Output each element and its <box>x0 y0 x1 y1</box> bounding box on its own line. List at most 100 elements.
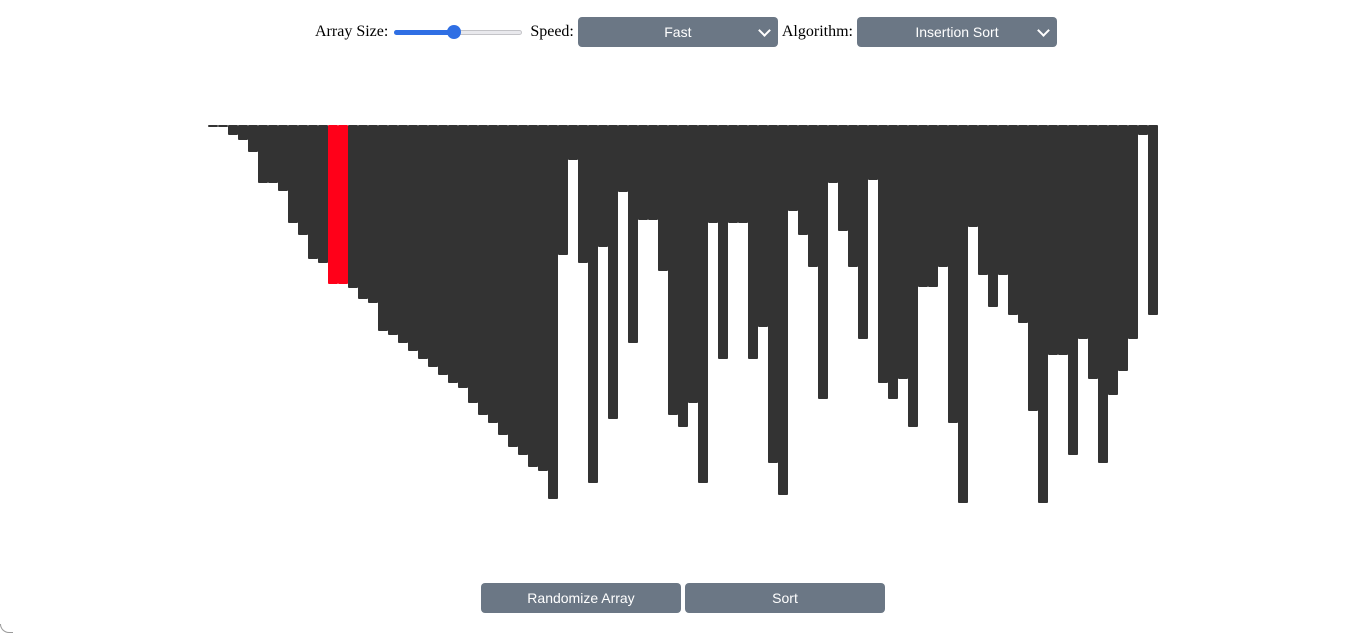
array-bar <box>948 125 958 423</box>
array-bar <box>1098 125 1108 463</box>
array-bar <box>1068 125 1078 455</box>
array-bar <box>468 125 478 403</box>
array-bar <box>568 125 578 160</box>
array-bar <box>428 125 438 367</box>
array-bar <box>1138 125 1148 135</box>
array-bar <box>748 125 758 359</box>
array-bar <box>658 125 668 271</box>
array-bar <box>538 125 548 471</box>
array-bar <box>1008 125 1018 315</box>
array-bar-active <box>338 125 348 284</box>
array-bar <box>858 125 868 339</box>
speed-select-value: Fast <box>664 24 692 40</box>
array-bar <box>528 125 538 467</box>
array-bar <box>1048 125 1058 355</box>
array-bar <box>838 125 848 231</box>
array-bar <box>1028 125 1038 411</box>
action-buttons: Randomize Array Sort <box>481 583 885 613</box>
array-bar <box>618 125 628 192</box>
array-bar <box>938 125 948 267</box>
array-bar <box>1118 125 1128 371</box>
array-bar <box>668 125 678 415</box>
array-bar <box>598 125 608 247</box>
array-bar <box>368 125 378 303</box>
speed-select[interactable]: Fast <box>577 17 778 47</box>
array-bar <box>308 125 318 259</box>
array-bar <box>1078 125 1088 339</box>
array-bar <box>1148 125 1158 315</box>
array-bar <box>518 125 528 455</box>
array-bar <box>1018 125 1028 323</box>
array-bar <box>818 125 828 399</box>
array-bar <box>778 125 788 495</box>
array-bar <box>378 125 388 331</box>
array-bar <box>1088 125 1098 379</box>
array-bar-active <box>328 125 338 284</box>
array-bar <box>548 125 558 499</box>
array-bars-visualization <box>208 125 1158 503</box>
array-bar <box>478 125 488 415</box>
array-bar <box>848 125 858 267</box>
array-bar <box>608 125 618 419</box>
array-bar <box>798 125 808 235</box>
array-bar <box>808 125 818 267</box>
array-bar <box>558 125 568 255</box>
array-bar <box>1108 125 1118 395</box>
array-bar <box>278 125 288 191</box>
array-bar <box>268 125 278 183</box>
window-corner <box>0 624 13 633</box>
array-bar <box>988 125 998 307</box>
array-bar <box>918 125 928 287</box>
array-bar <box>508 125 518 447</box>
array-bar <box>758 125 768 327</box>
array-bar <box>488 125 498 423</box>
array-bar <box>398 125 408 343</box>
array-bar <box>578 125 588 263</box>
array-bar <box>698 125 708 483</box>
array-bar <box>418 125 428 359</box>
array-size-slider[interactable] <box>394 24 523 40</box>
algorithm-select-value: Insertion Sort <box>915 24 999 40</box>
sorting-visualizer: Array Size: Speed: Fast Algorithm: Inser… <box>0 0 1358 633</box>
array-bar <box>248 125 258 152</box>
array-bar <box>498 125 508 435</box>
array-bar <box>878 125 888 383</box>
array-bar <box>828 125 838 183</box>
algorithm-label: Algorithm: <box>781 23 853 40</box>
array-bar <box>288 125 298 223</box>
speed-label: Speed: <box>530 23 574 40</box>
array-bar <box>358 125 368 299</box>
array-bar <box>208 125 218 127</box>
array-bar <box>998 125 1008 275</box>
array-bar <box>868 125 878 180</box>
array-bar <box>908 125 918 427</box>
array-bar <box>968 125 978 227</box>
array-bar <box>588 125 598 483</box>
array-bar <box>388 125 398 335</box>
array-bar <box>768 125 778 463</box>
slider-thumb[interactable] <box>447 25 462 39</box>
array-bar <box>348 125 358 288</box>
array-bar <box>458 125 468 388</box>
array-bar <box>958 125 968 503</box>
array-bar <box>898 125 908 379</box>
sort-button[interactable]: Sort <box>685 583 885 613</box>
array-bar <box>238 125 248 140</box>
chevron-down-icon <box>757 24 771 37</box>
array-bar <box>718 125 728 359</box>
controls-bar: Array Size: Speed: Fast Algorithm: Inser… <box>315 17 1057 47</box>
array-bar <box>1038 125 1048 503</box>
array-bar <box>708 125 718 223</box>
algorithm-select[interactable]: Insertion Sort <box>856 17 1057 47</box>
array-bar <box>318 125 328 263</box>
array-bar <box>448 125 458 383</box>
array-bar <box>258 125 268 183</box>
randomize-array-button[interactable]: Randomize Array <box>481 583 681 613</box>
array-bar <box>228 125 238 135</box>
slider-fill <box>394 30 455 35</box>
array-bar <box>888 125 898 399</box>
array-bar <box>218 125 228 127</box>
array-bar <box>648 125 658 220</box>
array-bar <box>1058 125 1068 355</box>
chevron-down-icon <box>1037 24 1050 37</box>
